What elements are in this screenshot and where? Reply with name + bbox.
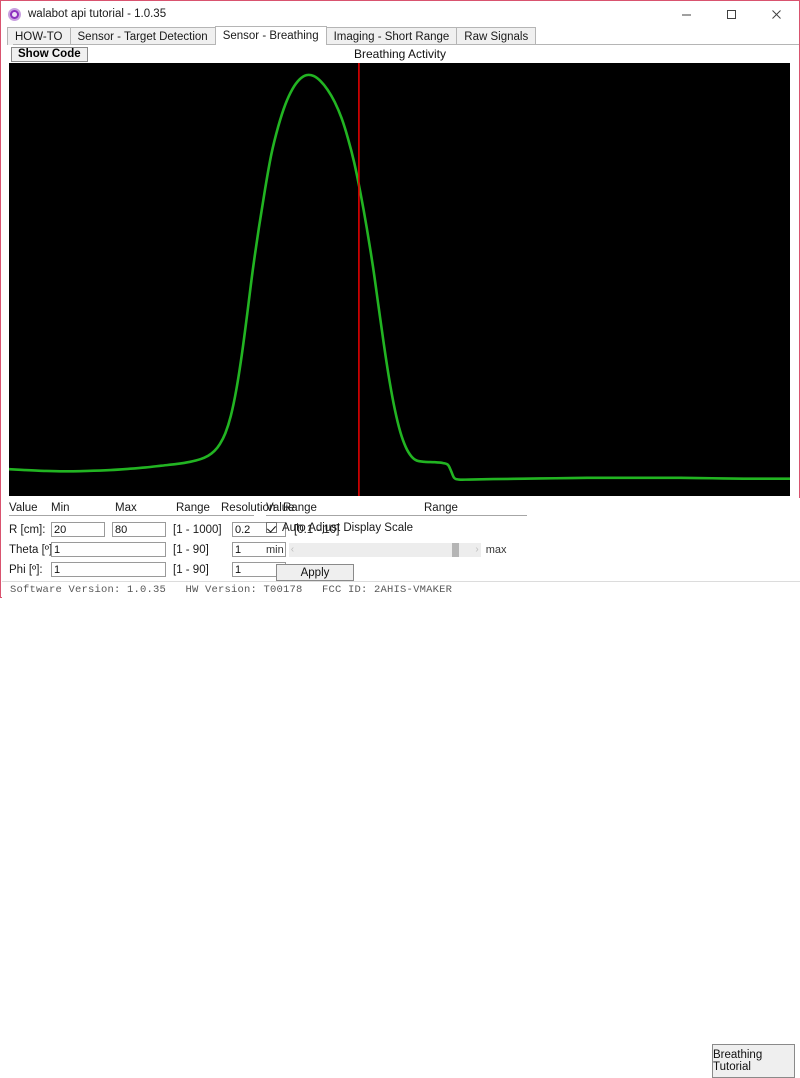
- display-header-row: Value Range: [266, 500, 546, 515]
- tab-label: Sensor - Breathing: [222, 30, 319, 42]
- param-label-phi: Phi [º]:: [9, 563, 43, 576]
- header-min: Min: [51, 501, 70, 514]
- slider-max-label: max: [485, 544, 507, 556]
- application-window: walabot api tutorial - 1.0.35 HOW-TO Sen…: [0, 0, 800, 1078]
- theta-range-text: [1 - 90]: [173, 543, 209, 556]
- window-controls: [664, 1, 799, 27]
- status-bar: Software Version: 1.0.35 HW Version: T00…: [2, 581, 800, 598]
- r-max-input[interactable]: [112, 522, 166, 537]
- show-code-button[interactable]: Show Code: [11, 46, 88, 62]
- maximize-icon: [727, 9, 736, 19]
- display-header-rule: [266, 515, 527, 516]
- breathing-tutorial-button[interactable]: Breathing Tutorial: [712, 1044, 795, 1078]
- status-text: Software Version: 1.0.35 HW Version: T00…: [10, 584, 453, 596]
- tab-label: HOW-TO: [15, 30, 63, 43]
- auto-adjust-display-scale-checkbox[interactable]: [266, 522, 277, 533]
- apply-button[interactable]: Apply: [276, 564, 354, 581]
- phi-range-text: [1 - 90]: [173, 563, 209, 576]
- tab-sensor-target-detection[interactable]: Sensor - Target Detection: [69, 27, 216, 45]
- auto-adjust-display-scale-label: Auto Adjust Display Scale: [282, 521, 414, 534]
- display-scale-slider-row: min ‹ › max: [266, 542, 546, 558]
- breathing-activity-plot[interactable]: [9, 63, 790, 496]
- slider-thumb[interactable]: [451, 543, 459, 557]
- param-label-r: R [cm]:: [9, 523, 46, 536]
- auto-adjust-display-scale-row: Auto Adjust Display Scale: [266, 519, 546, 536]
- minimize-icon: [682, 14, 691, 15]
- header-value: Value: [9, 501, 38, 514]
- param-label-theta: Theta [º]:: [9, 543, 56, 556]
- slider-min-label: min: [266, 544, 284, 556]
- params-header-rule: [9, 515, 254, 516]
- tab-raw-signals[interactable]: Raw Signals: [456, 27, 537, 45]
- close-icon: [772, 9, 781, 19]
- display-settings-panel: Value Range Auto Adjust Display Scale mi…: [266, 500, 546, 581]
- slider-left-arrow-icon[interactable]: ‹: [291, 544, 294, 556]
- title-bar: walabot api tutorial - 1.0.35: [1, 1, 799, 27]
- tab-label: Imaging - Short Range: [333, 30, 450, 43]
- display-header-value: Value: [266, 501, 295, 514]
- slider-right-arrow-icon[interactable]: ›: [475, 544, 478, 556]
- controls-panel: Value Min Max Range Resolution Range R […: [1, 498, 800, 1078]
- display-scale-slider[interactable]: ‹ ›: [288, 543, 481, 557]
- r-min-input[interactable]: [51, 522, 105, 537]
- tab-imaging-short-range[interactable]: Imaging - Short Range: [325, 27, 458, 45]
- tab-strip-underline: [13, 44, 799, 45]
- header-range-1: Range: [176, 501, 210, 514]
- theta-value-input[interactable]: [51, 542, 166, 557]
- chart-title: Breathing Activity: [353, 47, 447, 61]
- walabot-logo-icon: [8, 7, 21, 21]
- window-title: walabot api tutorial - 1.0.35: [28, 8, 167, 20]
- toolbar: Show Code Breathing Activity: [1, 45, 799, 63]
- tab-strip: HOW-TO Sensor - Target Detection Sensor …: [7, 26, 799, 45]
- minimize-button[interactable]: [664, 1, 709, 27]
- maximize-button[interactable]: [709, 1, 754, 27]
- tab-how-to[interactable]: HOW-TO: [7, 27, 71, 45]
- close-button[interactable]: [754, 1, 799, 27]
- display-header-range: Range: [424, 501, 458, 514]
- header-max: Max: [115, 501, 137, 514]
- plot-canvas: [9, 63, 790, 496]
- phi-value-input[interactable]: [51, 562, 166, 577]
- r-range-text: [1 - 1000]: [173, 523, 222, 536]
- tab-label: Raw Signals: [464, 30, 529, 43]
- tab-label: Sensor - Target Detection: [77, 30, 208, 43]
- tab-sensor-breathing[interactable]: Sensor - Breathing: [214, 26, 327, 45]
